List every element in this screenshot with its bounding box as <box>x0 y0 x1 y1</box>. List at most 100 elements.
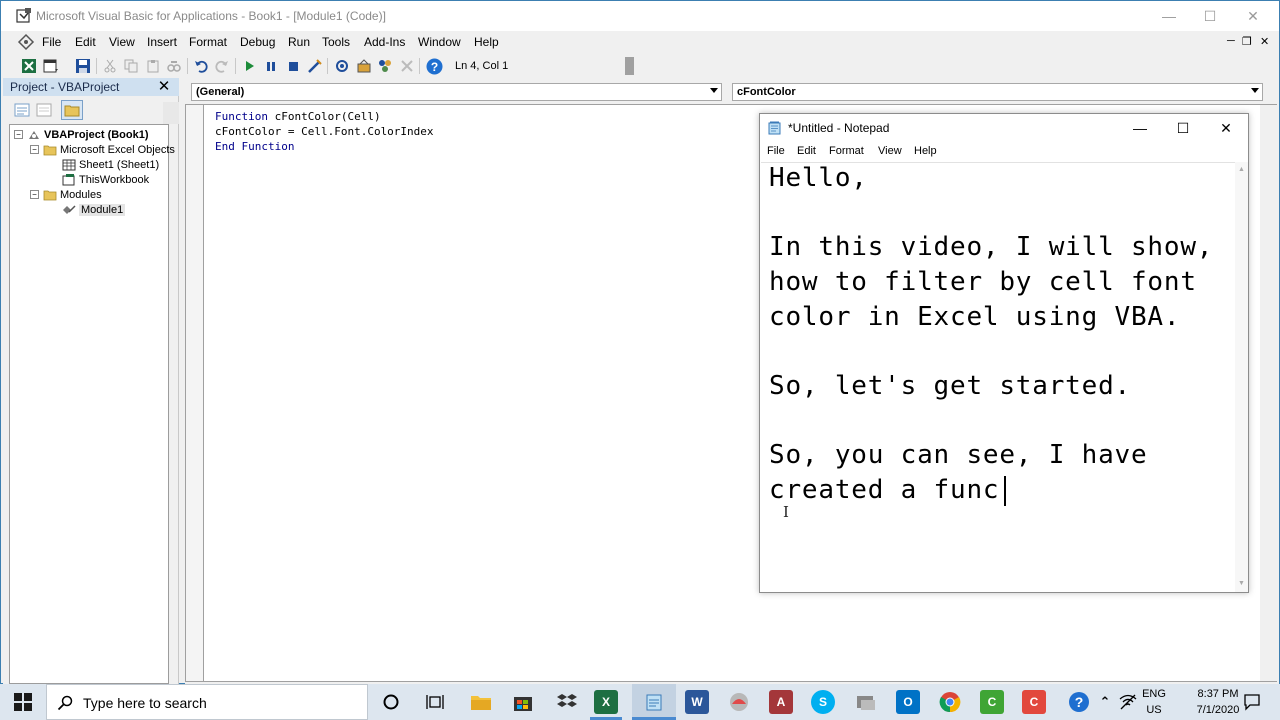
camtasia-recorder-icon[interactable]: C <box>980 690 1004 714</box>
break-icon[interactable] <box>262 57 280 75</box>
gray-app-icon[interactable] <box>854 690 878 714</box>
maximize-button[interactable]: ☐ <box>1187 1 1233 31</box>
find-icon[interactable] <box>165 57 183 75</box>
procedure-combo[interactable]: cFontColor <box>732 83 1263 101</box>
redo-icon[interactable] <box>213 57 231 75</box>
notepad-text-area[interactable]: Hello, In this video, I will show, how t… <box>761 162 1235 592</box>
store-icon[interactable] <box>511 690 535 714</box>
notepad-menu-edit[interactable]: Edit <box>797 145 816 157</box>
project-pane-scrollbar[interactable] <box>163 102 179 124</box>
project-pane-close-icon[interactable]: ✕ <box>156 79 172 95</box>
scroll-up-icon[interactable]: ▲ <box>1238 166 1245 173</box>
windows-taskbar: Type here to search X W A S O C C ? ⌃ EN… <box>0 684 1280 720</box>
collapse-icon[interactable]: − <box>30 190 39 199</box>
view-code-icon[interactable] <box>14 103 30 117</box>
notepad-app-icon <box>768 121 781 135</box>
menu-edit[interactable]: Edit <box>75 35 96 49</box>
object-combo[interactable]: (General) <box>191 83 722 101</box>
menu-view[interactable]: View <box>109 35 135 49</box>
menu-format[interactable]: Format <box>189 35 227 49</box>
skype-taskbar-icon[interactable]: S <box>811 690 835 714</box>
tree-node-vbaproject[interactable]: − VBAProject (Book1) <box>14 127 149 142</box>
reset-icon[interactable] <box>284 57 302 75</box>
chrome-taskbar-icon[interactable] <box>938 690 962 714</box>
notepad-scrollbar[interactable]: ▲ ▼ <box>1235 162 1248 592</box>
network-icon[interactable] <box>1116 690 1140 714</box>
insert-userform-icon[interactable] <box>42 57 60 75</box>
dropdown-arrow-icon[interactable] <box>1251 88 1259 93</box>
scroll-down-icon[interactable]: ▼ <box>1238 580 1245 587</box>
paste-icon[interactable] <box>144 57 162 75</box>
mdi-minimize-button[interactable]: ─ <box>1227 35 1235 47</box>
view-object-icon[interactable] <box>36 103 52 117</box>
excel-icon[interactable] <box>20 57 38 75</box>
dropdown-arrow-icon[interactable] <box>710 88 718 93</box>
show-hidden-icons-icon[interactable]: ⌃ <box>1093 690 1117 714</box>
cortana-icon[interactable] <box>379 690 403 714</box>
collapse-icon[interactable]: − <box>14 130 23 139</box>
mdi-close-button[interactable]: ✕ <box>1260 35 1269 48</box>
project-pane-header[interactable]: Project - VBAProject ✕ <box>3 78 179 96</box>
notepad-menu-file[interactable]: File <box>767 145 785 157</box>
notepad-menu-help[interactable]: Help <box>914 145 937 157</box>
help-tray-icon[interactable]: ? <box>1067 690 1091 714</box>
tree-node-thisworkbook[interactable]: ThisWorkbook <box>62 172 149 187</box>
collapse-icon[interactable]: − <box>30 145 39 154</box>
menu-tools[interactable]: Tools <box>322 35 350 49</box>
language-indicator[interactable]: ENG <box>1142 688 1166 700</box>
word-taskbar-icon[interactable]: W <box>685 690 709 714</box>
menu-debug[interactable]: Debug <box>240 35 275 49</box>
cut-icon[interactable] <box>101 57 119 75</box>
undo-icon[interactable] <box>192 57 210 75</box>
menu-window[interactable]: Window <box>418 35 461 49</box>
object-browser-icon[interactable] <box>376 57 394 75</box>
standard-toolbar: ? Ln 4, Col 1 <box>1 54 641 78</box>
code-margin[interactable] <box>186 105 204 681</box>
excel-view-icon[interactable] <box>17 33 35 51</box>
notepad-line: created a func <box>769 475 1000 505</box>
region-indicator[interactable]: US <box>1142 704 1166 716</box>
excel-taskbar-icon[interactable]: X <box>594 690 618 714</box>
menu-add-ins[interactable]: Add-Ins <box>364 35 405 49</box>
outlook-taskbar-icon[interactable]: O <box>896 690 920 714</box>
help-icon[interactable]: ? <box>425 57 443 75</box>
properties-window-icon[interactable] <box>355 57 373 75</box>
notepad-taskbar-icon[interactable] <box>642 690 666 714</box>
notepad-menu-format[interactable]: Format <box>829 145 864 157</box>
toolbox-icon[interactable] <box>398 57 416 75</box>
red-app-icon[interactable] <box>727 690 751 714</box>
menu-file[interactable]: File <box>42 35 61 49</box>
access-taskbar-icon[interactable]: A <box>769 690 793 714</box>
toggle-folders-button[interactable] <box>61 100 83 120</box>
tree-node-module1[interactable]: Module1 <box>62 202 126 217</box>
menu-run[interactable]: Run <box>288 35 310 49</box>
start-button[interactable] <box>0 684 46 720</box>
notifications-icon[interactable] <box>1240 690 1264 714</box>
code-scrollbar[interactable] <box>1260 105 1277 681</box>
design-mode-icon[interactable] <box>306 57 324 75</box>
project-explorer-icon[interactable] <box>333 57 351 75</box>
vba-titlebar[interactable]: Microsoft Visual Basic for Applications … <box>1 1 1279 31</box>
tree-node-modules[interactable]: − Modules <box>30 187 102 202</box>
notepad-maximize-button[interactable]: ☐ <box>1161 114 1205 142</box>
save-icon[interactable] <box>74 57 92 75</box>
menu-insert[interactable]: Insert <box>147 35 177 49</box>
tree-node-sheet1[interactable]: Sheet1 (Sheet1) <box>62 157 159 172</box>
dropbox-icon[interactable] <box>555 690 579 714</box>
notepad-close-button[interactable]: ✕ <box>1204 114 1248 142</box>
tree-node-excel-objects[interactable]: − Microsoft Excel Objects <box>30 142 175 157</box>
task-view-icon[interactable] <box>423 690 447 714</box>
copy-icon[interactable] <box>122 57 140 75</box>
notepad-minimize-button[interactable]: — <box>1118 114 1162 142</box>
toolbar-grip[interactable] <box>625 57 634 75</box>
notepad-titlebar[interactable]: *Untitled - Notepad — ☐ ✕ <box>760 114 1248 142</box>
camtasia-editor-icon[interactable]: C <box>1022 690 1046 714</box>
taskbar-search[interactable]: Type here to search <box>46 684 368 720</box>
menu-help[interactable]: Help <box>474 35 499 49</box>
run-icon[interactable] <box>240 57 258 75</box>
mdi-restore-button[interactable]: ❐ <box>1242 35 1252 48</box>
file-explorer-icon[interactable] <box>469 690 493 714</box>
minimize-button[interactable]: — <box>1146 1 1192 31</box>
close-button[interactable]: ✕ <box>1230 1 1276 31</box>
notepad-menu-view[interactable]: View <box>878 145 902 157</box>
